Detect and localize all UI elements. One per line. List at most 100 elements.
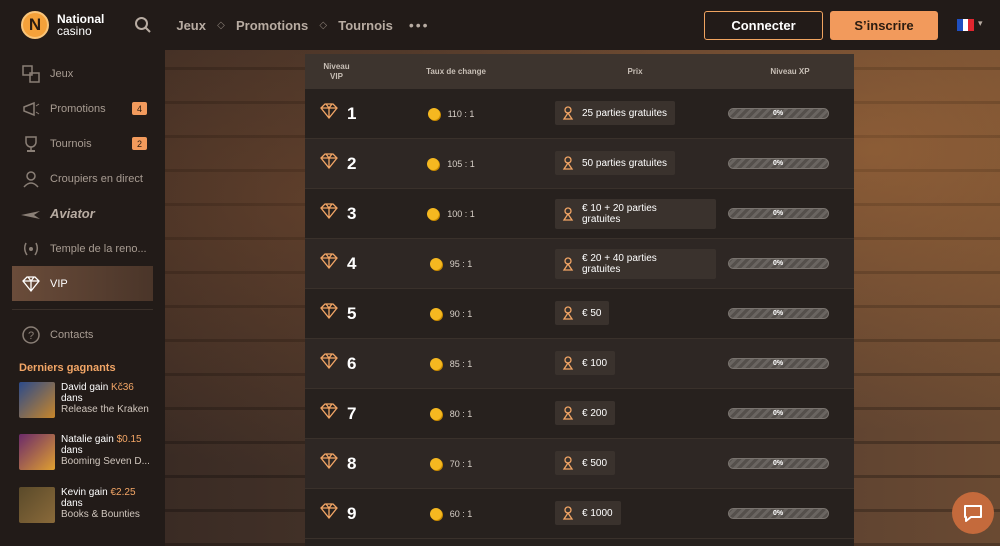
level-cell: 5 <box>305 303 395 324</box>
level-number: 9 <box>347 503 357 523</box>
prize-text: € 1000 <box>582 508 613 519</box>
prize-cell: 50 parties gratuites <box>507 151 702 176</box>
xp-cell: 0% <box>702 158 854 169</box>
nav-jeux[interactable]: Jeux <box>176 18 206 33</box>
prize-icon <box>560 405 576 421</box>
sidebar-item-temple[interactable]: Temple de la reno... <box>12 231 153 266</box>
table-row: 4 95 : 1 € 20 + 40 parties gratuites 0% <box>305 239 854 289</box>
search-icon[interactable] <box>134 16 152 34</box>
prize-cell: € 100 <box>507 351 702 376</box>
prize-cell: 25 parties gratuites <box>507 101 702 126</box>
diamond-icon <box>20 273 42 295</box>
rate-cell: 110 : 1 <box>395 107 507 120</box>
sidebar-item-jeux[interactable]: Jeux <box>12 56 153 91</box>
signup-button[interactable]: S’inscrire <box>830 11 938 40</box>
chat-icon <box>964 505 982 522</box>
table-row: 6 85 : 1 € 100 0% <box>305 339 854 389</box>
coin-icon <box>427 107 440 120</box>
megaphone-icon <box>20 98 42 120</box>
winner-item[interactable]: Natalie gain $0.15 dans Booming Seven D.… <box>19 434 164 472</box>
winner-game: Booming Seven D... <box>61 456 150 467</box>
chevron-down-icon[interactable]: ▾ <box>978 18 983 29</box>
prize-icon <box>560 155 576 171</box>
prize-cell: € 500 <box>507 451 702 476</box>
xp-progress-bar: 0% <box>727 208 829 219</box>
help-icon: ? <box>20 324 42 346</box>
winner-amount: Kč36 <box>111 382 134 393</box>
rate-value: 105 : 1 <box>447 158 475 169</box>
sidebar-item-contacts[interactable]: ? Contacts <box>12 317 153 352</box>
level-number: 1 <box>347 103 357 123</box>
rate-value: 60 : 1 <box>449 508 473 519</box>
level-cell: 8 <box>305 453 395 474</box>
top-header: N National casino Jeux ◇ Promotions ◇ To… <box>0 0 1000 50</box>
prize-line1: 25 parties gratuites <box>582 107 668 119</box>
aviator-logo-text: Aviator <box>50 206 95 221</box>
nav-tournois[interactable]: Tournois <box>338 18 393 33</box>
nav-promotions[interactable]: Promotions <box>236 18 308 33</box>
level-number: 6 <box>347 353 357 373</box>
sidebar-item-label: Promotions <box>50 102 106 115</box>
winner-amount: $0.15 <box>116 434 142 445</box>
diamond-icon <box>319 403 339 424</box>
rate-value: 70 : 1 <box>449 458 473 469</box>
prize-text: 50 parties gratuites <box>582 158 667 169</box>
logo-badge: N <box>21 11 49 39</box>
rate-cell: 60 : 1 <box>395 507 507 520</box>
prize-box: € 10 + 20 parties gratuites <box>555 198 716 229</box>
prize-cell: € 20 + 40 parties gratuites <box>507 248 716 279</box>
prize-icon <box>560 305 576 321</box>
prize-text: € 50 <box>582 308 601 319</box>
winner-game: Books & Bounties <box>61 509 140 520</box>
chat-button[interactable] <box>952 492 994 534</box>
table-row: 1 110 : 1 25 parties gratuites 0% <box>305 89 854 139</box>
sidebar-item-label: Tournois <box>50 137 92 150</box>
winner-item[interactable]: Kevin gain €2.25 dans Books & Bounties <box>19 487 164 525</box>
connect-button[interactable]: Connecter <box>704 11 823 40</box>
winner-item[interactable]: David gain Kč36 dans Release the Kraken <box>19 382 164 420</box>
sidebar-item-label: Croupiers en direct <box>50 172 143 185</box>
sidebar-item-aviator[interactable]: Aviator <box>12 196 153 231</box>
prize-line1: € 100 <box>582 357 608 369</box>
coin-icon <box>427 157 440 170</box>
sidebar-item-promotions[interactable]: Promotions 4 <box>12 91 153 126</box>
prize-line2: gratuites <box>582 263 621 275</box>
xp-progress-bar: 0% <box>727 458 829 469</box>
prize-cell: € 200 <box>507 401 702 426</box>
france-flag-icon[interactable] <box>957 19 975 31</box>
prize-line1: € 50 <box>582 307 602 319</box>
rate-value: 100 : 1 <box>447 208 475 219</box>
sidebar-item-tournois[interactable]: Tournois 2 <box>12 126 153 161</box>
prize-text: € 10 + 20 parties gratuites <box>582 203 657 225</box>
level-number: 4 <box>347 253 357 273</box>
prize-icon <box>560 105 576 121</box>
rate-value: 85 : 1 <box>449 358 473 369</box>
table-row: 5 90 : 1 € 50 0% <box>305 289 854 339</box>
diamond-icon <box>319 353 339 374</box>
prize-box: € 20 + 40 parties gratuites <box>555 248 716 279</box>
table-row: 3 100 : 1 € 10 + 20 parties gratuites 0% <box>305 189 854 239</box>
brand-logo[interactable]: N National casino <box>21 11 104 39</box>
nav-separator-icon: ◇ <box>319 19 328 31</box>
sidebar-item-vip[interactable]: VIP <box>12 266 153 301</box>
sidebar-item-label: Jeux <box>50 67 74 80</box>
xp-progress-bar: 0% <box>727 408 829 419</box>
xp-progress-bar: 0% <box>727 108 829 119</box>
winner-dans: dans <box>61 445 83 456</box>
laurel-icon <box>20 238 42 260</box>
more-menu-icon[interactable]: ••• <box>409 17 430 33</box>
diamond-icon <box>319 203 339 224</box>
sidebar-item-croupiers[interactable]: Croupiers en direct <box>12 161 153 196</box>
xp-cell: 0% <box>702 458 854 469</box>
sidebar-divider <box>12 309 153 310</box>
rate-cell: 95 : 1 <box>395 257 507 270</box>
sidebar-item-label: Temple de la reno... <box>50 242 147 255</box>
prize-line1: € 200 <box>582 407 608 419</box>
diamond-icon <box>319 153 339 174</box>
game-thumbnail <box>19 434 55 470</box>
svg-text:?: ? <box>28 330 34 342</box>
rate-cell: 80 : 1 <box>395 407 507 420</box>
game-thumbnail <box>19 487 55 523</box>
prize-line1: € 500 <box>582 457 608 469</box>
tournois-count-badge: 2 <box>132 137 147 150</box>
